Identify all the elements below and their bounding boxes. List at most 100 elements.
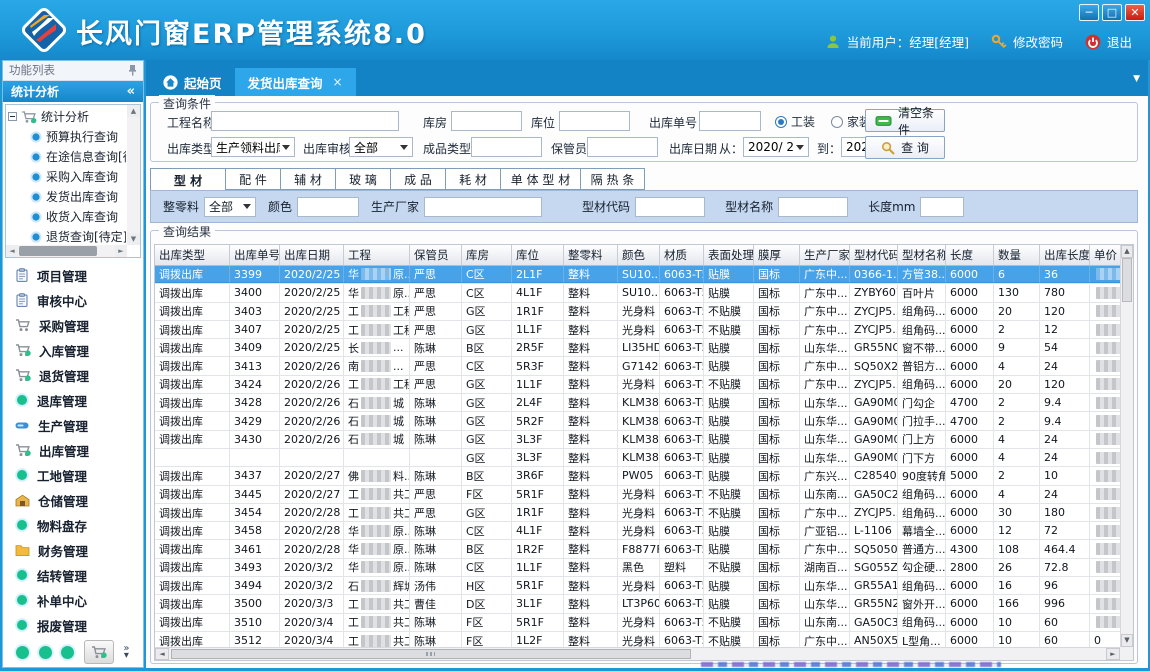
table-row[interactable]: 调拨出库33992020/2/25华原...严思C区2L1F整料SU10...6… [155, 266, 1134, 284]
table-vertical-scrollbar[interactable]: ▲ ▼ [1120, 245, 1133, 647]
column-header-name[interactable]: 型材名称 [898, 245, 946, 265]
search-button[interactable]: 查 询 [865, 136, 945, 159]
scrollbar-thumb[interactable] [19, 246, 97, 256]
warehouse-input[interactable] [451, 111, 522, 131]
profile-name-input[interactable] [778, 197, 848, 217]
sidebar-item-outbound-mgmt[interactable]: 出库管理 [3, 438, 143, 463]
tree-item[interactable]: 发货出库查询 [8, 187, 126, 207]
column-header-film[interactable]: 膜厚 [754, 245, 800, 265]
profile-code-input[interactable] [635, 197, 705, 217]
tab-close-icon[interactable]: × [333, 75, 343, 89]
quick-item-icon[interactable] [61, 646, 74, 659]
order-no-input[interactable] [699, 111, 761, 131]
sidebar-item-inbound-mgmt[interactable]: 入库管理 [3, 338, 143, 363]
whole-part-select[interactable]: 全部 [204, 197, 256, 217]
product-type-input[interactable] [471, 137, 542, 157]
color-input[interactable] [297, 197, 359, 217]
project-name-input[interactable] [211, 111, 399, 131]
tree-horizontal-scrollbar[interactable]: ◄ ► [6, 245, 127, 257]
minimize-button[interactable]: ─ [1079, 4, 1099, 21]
table-row[interactable]: 调拨出库34932020/3/2华原...陈琳C区1L1F整料黑色塑料不贴膜国标… [155, 559, 1134, 577]
scroll-down-icon[interactable]: ▼ [127, 233, 140, 245]
table-row[interactable]: 调拨出库34032020/2/25工工程严思G区1R1F整料光身料6063-T5… [155, 303, 1134, 321]
table-row[interactable]: 调拨出库35102020/3/4工共工程陈琳F区5R1F整料光身料6063-T5… [155, 614, 1134, 632]
collapse-icon[interactable]: « [127, 84, 135, 99]
sidebar-item-project-mgmt[interactable]: 项目管理 [3, 263, 143, 288]
material-tab-auxiliary[interactable]: 辅 材 [281, 168, 336, 190]
quick-item-icon[interactable] [16, 646, 29, 659]
sidebar-item-reorder-center[interactable]: 补单中心 [3, 588, 143, 613]
cart-quick-button[interactable] [84, 640, 114, 664]
column-header-loc[interactable]: 库位 [512, 245, 564, 265]
table-row[interactable]: 调拨出库34242020/2/26工工程严思G区1L1F整料光身料6063-T5… [155, 376, 1134, 394]
length-input[interactable] [920, 197, 964, 217]
tree-root-item[interactable]: 统计分析 [8, 107, 126, 127]
column-header-len[interactable]: 长度 [946, 245, 994, 265]
sidebar-item-purchase-mgmt[interactable]: 采购管理 [3, 313, 143, 338]
column-header-wh[interactable]: 库房 [462, 245, 512, 265]
change-password-button[interactable]: 修改密码 [991, 32, 1063, 51]
table-row[interactable]: 调拨出库34302020/2/26石城陈琳G区3L3F整料KLM38176063… [155, 431, 1134, 449]
table-row[interactable]: 调拨出库34452020/2/27工共工程严思F区5R1F整料光身料6063-T… [155, 486, 1134, 504]
table-row[interactable]: 调拨出库34092020/2/25长...陈琳B区2R5F整料LI35HD606… [155, 339, 1134, 357]
material-tab-single-profile[interactable]: 单 体 型 材 [501, 168, 581, 190]
scrollbar-thumb[interactable] [1122, 258, 1132, 302]
sidebar-item-scrap-mgmt[interactable]: 报废管理 [3, 613, 143, 638]
radio-gongzhuang[interactable]: 工装 [775, 113, 815, 130]
sidebar-item-material-inventory[interactable]: 物料盘存 [3, 513, 143, 538]
sidebar-item-site-mgmt[interactable]: 工地管理 [3, 463, 143, 488]
logout-button[interactable]: 退出 [1085, 32, 1132, 51]
location-input[interactable] [559, 111, 630, 131]
column-header-proj[interactable]: 工程 [344, 245, 410, 265]
scroll-left-icon[interactable]: ◄ [155, 648, 169, 660]
material-tab-glass[interactable]: 玻 璃 [336, 168, 391, 190]
date-from-select[interactable]: 2020/ 2/16 [743, 137, 809, 157]
table-horizontal-scrollbar[interactable]: ◄ ► [155, 647, 1120, 660]
material-tab-thermal-strip[interactable]: 隔 热 条 [581, 168, 645, 190]
column-header-mat[interactable]: 材质 [660, 245, 704, 265]
column-header-mfr[interactable]: 生产厂家 [800, 245, 850, 265]
tab-home[interactable]: 起始页 [150, 68, 235, 96]
column-header-outlen[interactable]: 出库长度 [1040, 245, 1090, 265]
scroll-up-icon[interactable]: ▲ [127, 105, 140, 117]
table-row[interactable]: 调拨出库34072020/2/25工工程严思G区1L1F整料光身料6063-T5… [155, 321, 1134, 339]
tree-item[interactable]: 在途信息查询[待 [8, 147, 126, 167]
column-header-date[interactable]: 出库日期 [280, 245, 344, 265]
tree-item[interactable]: 退货查询[待定] [8, 227, 126, 245]
sidebar-item-return-stock-mgmt[interactable]: 退库管理 [3, 388, 143, 413]
tree-item[interactable]: 预算执行查询 [8, 127, 126, 147]
column-header-whole[interactable]: 整零料 [564, 245, 618, 265]
material-tab-consumable[interactable]: 耗 材 [446, 168, 501, 190]
table-row[interactable]: 调拨出库34002020/2/25华原...严思C区4L1F整料SU10...6… [155, 284, 1134, 302]
material-tab-profile[interactable]: 型 材 [150, 168, 226, 191]
close-button[interactable]: ✕ [1125, 4, 1145, 21]
tab-list-dropdown-icon[interactable]: ▼ [1133, 74, 1140, 84]
scroll-right-icon[interactable]: ► [1106, 648, 1120, 660]
material-tab-finished[interactable]: 成 品 [391, 168, 446, 190]
tree-vertical-scrollbar[interactable]: ▲ ▼ [127, 105, 140, 245]
column-header-qty[interactable]: 数量 [994, 245, 1040, 265]
table-row[interactable]: 调拨出库34282020/2/26石城陈琳G区2L4F整料KLM38176063… [155, 394, 1134, 412]
sidebar-item-warehouse-mgmt[interactable]: 仓储管理 [3, 488, 143, 513]
table-row[interactable]: 调拨出库35002020/3/3工共工程曹佳D区3L1F整料LT3P606063… [155, 595, 1134, 613]
clear-conditions-button[interactable]: 清空条件 [865, 109, 945, 132]
keeper-input[interactable] [587, 137, 658, 157]
column-header-no[interactable]: 出库单号 [230, 245, 280, 265]
column-header-surf[interactable]: 表面处理 [704, 245, 754, 265]
column-header-color[interactable]: 颜色 [618, 245, 660, 265]
tab-shipment-outbound-query[interactable]: 发货出库查询× [235, 68, 356, 96]
out-type-select[interactable]: 生产领料出库 [211, 137, 295, 157]
table-row[interactable]: 调拨出库34612020/2/28华原...陈琳B区1R2F整料F8877FT6… [155, 540, 1134, 558]
scroll-left-icon[interactable]: ◄ [6, 245, 18, 257]
table-row[interactable]: 调拨出库34542020/2/28工共工程严思G区1R1F整料光身料6063-T… [155, 504, 1134, 522]
scroll-right-icon[interactable]: ► [115, 245, 127, 257]
sidebar-item-return-goods-mgmt[interactable]: 退货管理 [3, 363, 143, 388]
scrollbar-thumb[interactable] [171, 649, 691, 659]
sidebar-item-carryover-mgmt[interactable]: 结转管理 [3, 563, 143, 588]
scroll-up-icon[interactable]: ▲ [1121, 245, 1133, 258]
table-row[interactable]: G区3L3F整料KLM38176063-T5贴膜国标山东华...GA90M09.… [155, 449, 1134, 467]
sidebar-item-audit-center[interactable]: 审核中心 [3, 288, 143, 313]
pin-icon[interactable] [128, 64, 137, 76]
table-row[interactable]: 调拨出库34582020/2/28华原...陈琳C区4L1F整料光身料6063-… [155, 522, 1134, 540]
table-row[interactable]: 调拨出库34292020/2/26石城陈琳G区5R2F整料KLM38176063… [155, 412, 1134, 430]
